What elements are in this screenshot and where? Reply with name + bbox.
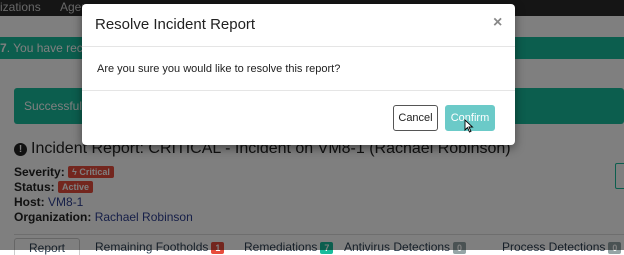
modal-title: Resolve Incident Report bbox=[95, 16, 256, 33]
mouse-cursor-icon bbox=[464, 119, 474, 133]
modal-header: Resolve Incident Report × bbox=[82, 4, 515, 47]
close-icon[interactable]: × bbox=[493, 14, 502, 32]
resolve-incident-modal: Resolve Incident Report × Are you sure y… bbox=[82, 4, 515, 145]
modal-body-text: Are you sure you would like to resolve t… bbox=[97, 63, 341, 75]
cancel-button[interactable]: Cancel bbox=[393, 105, 438, 131]
